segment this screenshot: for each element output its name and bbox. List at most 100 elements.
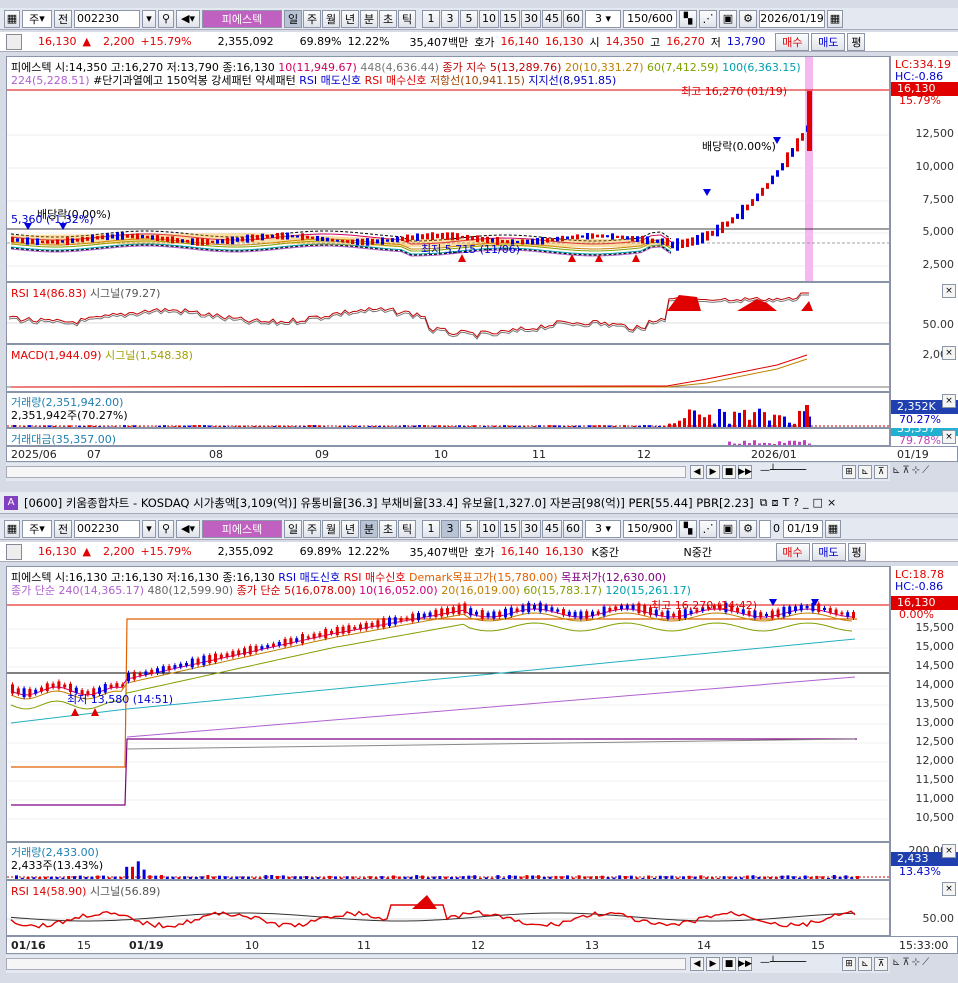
gear-icon[interactable]: ⚙ — [739, 9, 757, 28]
amount-panel-close-icon[interactable]: × — [942, 430, 956, 444]
tab-week[interactable]: 주 — [303, 9, 321, 28]
b-scroll-right-icon[interactable]: ▶ — [706, 957, 720, 971]
save-icon[interactable]: ▣ — [719, 9, 737, 28]
fib-icon[interactable]: ⊼ — [902, 465, 909, 479]
tab-day[interactable]: 일 — [284, 9, 302, 28]
b-num-10[interactable]: 10 — [479, 519, 499, 538]
date-input[interactable]: 2026/01/19 — [759, 9, 825, 28]
b-tool2-icon[interactable]: ⊼ — [874, 957, 888, 971]
b-flat-button[interactable]: 평 — [847, 542, 866, 561]
pin-icon[interactable]: T — [782, 496, 789, 510]
b-num-60[interactable]: 60 — [563, 519, 583, 538]
b-gear-icon[interactable]: ⚙ — [739, 519, 757, 538]
b-compare-icon[interactable]: ⋰ — [699, 519, 717, 538]
b-tab-month[interactable]: 월 — [322, 519, 340, 538]
b-tab-second[interactable]: 초 — [379, 519, 397, 538]
b-measure-icon[interactable]: ⊾ — [892, 957, 900, 971]
b-num-30[interactable]: 30 — [521, 519, 541, 538]
b-period-button[interactable]: 전 — [54, 519, 72, 538]
close-icon[interactable]: × — [827, 496, 836, 510]
b-num-15[interactable]: 15 — [500, 519, 520, 538]
buy-button[interactable]: 매수 — [775, 32, 810, 51]
b-quote-menu-icon[interactable] — [6, 543, 22, 560]
tab-month[interactable]: 월 — [322, 9, 340, 28]
b-fib-icon[interactable]: ⊼ — [902, 957, 909, 971]
flat-button[interactable]: 평 — [847, 32, 866, 51]
zoom-slider[interactable]: —┴───── — [760, 465, 840, 479]
b-stock-name[interactable]: 피에스텍 — [202, 519, 282, 538]
b-num-1[interactable]: 1 — [422, 519, 440, 538]
b-scrollbar[interactable] — [6, 958, 686, 970]
b-rsi-panel-close-icon[interactable]: × — [942, 882, 956, 896]
b-date-input[interactable]: 01/19 — [783, 519, 823, 538]
macd-panel-close-icon[interactable]: × — [942, 346, 956, 360]
b-sell-button[interactable]: 매도 — [811, 542, 846, 561]
tab-tick[interactable]: 틱 — [398, 9, 416, 28]
num-10[interactable]: 10 — [479, 9, 499, 28]
search-icon[interactable]: ⚲ — [158, 9, 174, 28]
tab-second[interactable]: 초 — [379, 9, 397, 28]
chart-menu-icon[interactable]: ▦ — [4, 9, 20, 28]
top-rsi-panel[interactable]: RSI 14(86.83) 시그널(79.27) — [6, 282, 890, 344]
b-pen-icon[interactable]: ⟋ — [922, 957, 929, 971]
b-calendar-icon[interactable]: ▦ — [825, 519, 841, 538]
num-5[interactable]: 5 — [460, 9, 478, 28]
b-unit-select[interactable]: 3 ▾ — [585, 519, 621, 538]
b-play-icon[interactable]: ▶▶ — [738, 957, 752, 971]
cross-icon[interactable]: ⊹ — [912, 465, 920, 479]
num-45[interactable]: 45 — [542, 9, 562, 28]
b-tab-week[interactable]: 주 — [303, 519, 321, 538]
b-count-input[interactable]: 150/900 — [623, 519, 677, 538]
b-search-icon[interactable]: ⚲ — [158, 519, 174, 538]
top-volume-panel[interactable]: 거래량(2,351,942.00) 2,351,942주(70.27%) — [6, 392, 890, 428]
stock-name[interactable]: 피에스텍 — [202, 9, 282, 28]
b-grid-icon[interactable]: ⊞ — [842, 957, 856, 971]
b-num-3[interactable]: 3 — [441, 519, 459, 538]
top-macd-panel[interactable]: MACD(1,944.09) 시그널(1,548.38) — [6, 344, 890, 392]
tool2-icon[interactable]: ⊼ — [874, 465, 888, 479]
sell-button[interactable]: 매도 — [811, 32, 846, 51]
grid-icon[interactable]: ⊞ — [842, 465, 856, 479]
link-icon[interactable]: ⧉ — [760, 496, 768, 510]
b-scroll-left-icon[interactable]: ◀ — [690, 957, 704, 971]
b-tab-day[interactable]: 일 — [284, 519, 302, 538]
measure-icon[interactable]: ⊾ — [892, 465, 900, 479]
code-dropdown-icon[interactable]: ▾ — [142, 9, 156, 28]
calendar-icon[interactable]: ▦ — [827, 9, 843, 28]
play-icon[interactable]: ▶▶ — [738, 465, 752, 479]
b-sound-icon[interactable]: ◀▾ — [176, 519, 200, 538]
stop-icon[interactable]: ■ — [722, 465, 736, 479]
b-tab-minute[interactable]: 분 — [360, 519, 378, 538]
num-3[interactable]: 3 — [441, 9, 459, 28]
code-input[interactable]: 002230 — [74, 9, 140, 28]
scroll-left-icon[interactable]: ◀ — [690, 465, 704, 479]
compare-icon[interactable]: ⋰ — [699, 9, 717, 28]
type-select[interactable]: 주 ▾ — [22, 9, 52, 28]
tool-icon[interactable]: ⊾ — [858, 465, 872, 479]
top-price-panel[interactable]: 피에스텍 시:14,350 고:16,270 저:13,790 종:16,130… — [6, 56, 890, 282]
b-zoom-slider[interactable]: —┴───── — [760, 957, 840, 971]
num-60[interactable]: 60 — [563, 9, 583, 28]
period-button[interactable]: 전 — [54, 9, 72, 28]
b-num-45[interactable]: 45 — [542, 519, 562, 538]
b-tab-year[interactable]: 년 — [341, 519, 359, 538]
bottom-price-panel[interactable]: 피에스텍 시:16,130 고:16,130 저:16,130 종:16,130… — [6, 566, 890, 842]
tab-minute[interactable]: 분 — [360, 9, 378, 28]
b-checkbox[interactable] — [759, 519, 771, 538]
b-buy-button[interactable]: 매수 — [775, 542, 810, 561]
bottom-rsi-panel[interactable]: RSI 14(58.90) 시그널(56.89) — [6, 880, 890, 936]
b-code-input[interactable]: 002230 — [74, 519, 140, 538]
chart-type-icon[interactable]: ▚ — [679, 9, 697, 28]
sound-icon[interactable]: ◀▾ — [176, 9, 200, 28]
num-15[interactable]: 15 — [500, 9, 520, 28]
b-tool-icon[interactable]: ⊾ — [858, 957, 872, 971]
scroll-right-icon[interactable]: ▶ — [706, 465, 720, 479]
pen-icon[interactable]: ⟋ — [922, 465, 929, 479]
maximize-icon[interactable]: □ — [813, 496, 823, 510]
help-icon[interactable]: ? — [793, 496, 799, 510]
num-1[interactable]: 1 — [422, 9, 440, 28]
bottom-volume-panel[interactable]: 거래량(2,433.00) 2,433주(13.43%) — [6, 842, 890, 880]
top-amount-panel[interactable]: 거래대금(35,357.00) — [6, 428, 890, 446]
b-volume-panel-close-icon[interactable]: × — [942, 844, 956, 858]
volume-panel-close-icon[interactable]: × — [942, 394, 956, 408]
